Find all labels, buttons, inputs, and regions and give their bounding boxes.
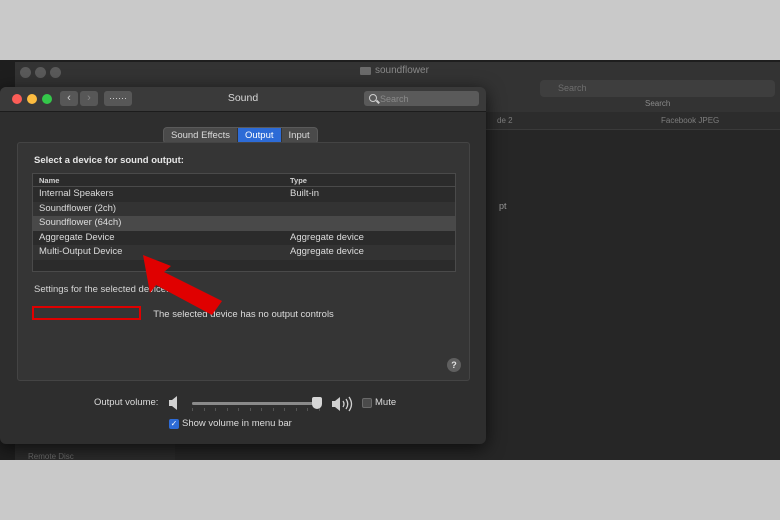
sound-preferences-window: ‹ › ⋯⋯ Sound Sound Effects Output Input … (0, 87, 486, 444)
tab-output[interactable]: Output (237, 128, 282, 143)
finder-search-field[interactable]: Search (540, 80, 775, 97)
finder-title: soundflower (360, 65, 429, 76)
show-volume-label: Show volume in menu bar (182, 418, 292, 429)
volume-level-fill (192, 402, 318, 405)
mute-checkbox[interactable] (362, 398, 372, 408)
table-row[interactable]: Aggregate Device Aggregate device (33, 231, 455, 246)
device-name: Aggregate Device (39, 231, 115, 243)
help-button[interactable]: ? (447, 358, 461, 372)
finder-search-label: Search (645, 99, 671, 108)
annotation-highlight-box (32, 306, 141, 320)
mute-label: Mute (375, 397, 397, 408)
output-panel: Select a device for sound output: Name T… (17, 142, 470, 381)
device-type: Aggregate device (290, 246, 364, 257)
select-device-label: Select a device for sound output: (34, 155, 184, 166)
preferences-search-field[interactable] (364, 91, 479, 106)
finder-minimize-button[interactable] (35, 67, 46, 78)
device-type: Aggregate device (290, 231, 364, 243)
show-volume-checkbox[interactable]: ✓ (169, 419, 179, 429)
tab-sound-effects[interactable]: Sound Effects (164, 128, 238, 143)
search-icon (369, 94, 377, 102)
table-row[interactable]: Internal Speakers Built-in (33, 187, 455, 202)
device-type: Built-in (290, 188, 320, 199)
finder-title-text: soundflower (375, 65, 429, 76)
column-header-type[interactable]: Type (290, 176, 307, 185)
volume-slider-ticks (192, 408, 320, 411)
device-name: Soundflower (2ch) (39, 202, 117, 214)
finder-text-fragment: pt (499, 201, 507, 211)
settings-label: Settings for the selected device: (34, 284, 169, 295)
sidebar-item-remote-disc[interactable]: Remote Disc (28, 452, 74, 460)
table-row-selected[interactable]: Soundflower (64ch) (33, 216, 455, 231)
speaker-low-icon (169, 396, 177, 410)
table-row[interactable]: Multi-Output Device Aggregate device (33, 245, 455, 260)
column-header-name[interactable]: Name (39, 176, 59, 185)
window-titlebar: ‹ › ⋯⋯ Sound (0, 87, 486, 112)
tab-input[interactable]: Input (282, 128, 317, 143)
desktop-screen: soundflower Search Search Remote Disc de… (0, 60, 780, 460)
finder-zoom-button[interactable] (50, 67, 61, 78)
table-row[interactable]: Soundflower (2ch) (33, 201, 455, 216)
finder-column-1[interactable]: de 2 (497, 116, 513, 125)
device-name: Internal Speakers (39, 188, 114, 199)
table-row-empty (33, 260, 455, 272)
output-volume-slider[interactable] (192, 402, 320, 405)
volume-slider-thumb[interactable] (312, 397, 323, 409)
output-volume-label: Output volume: (94, 397, 159, 408)
device-name: Multi-Output Device (39, 246, 123, 257)
device-name: Soundflower (64ch) (39, 217, 122, 228)
folder-icon (360, 66, 371, 75)
device-table: Name Type Internal Speakers Built-in Sou… (32, 173, 456, 272)
finder-close-button[interactable] (20, 67, 31, 78)
table-header: Name Type (33, 174, 455, 187)
search-input[interactable] (380, 91, 475, 106)
speaker-high-icon (332, 396, 353, 412)
finder-column-2[interactable]: Facebook JPEG (661, 116, 719, 125)
